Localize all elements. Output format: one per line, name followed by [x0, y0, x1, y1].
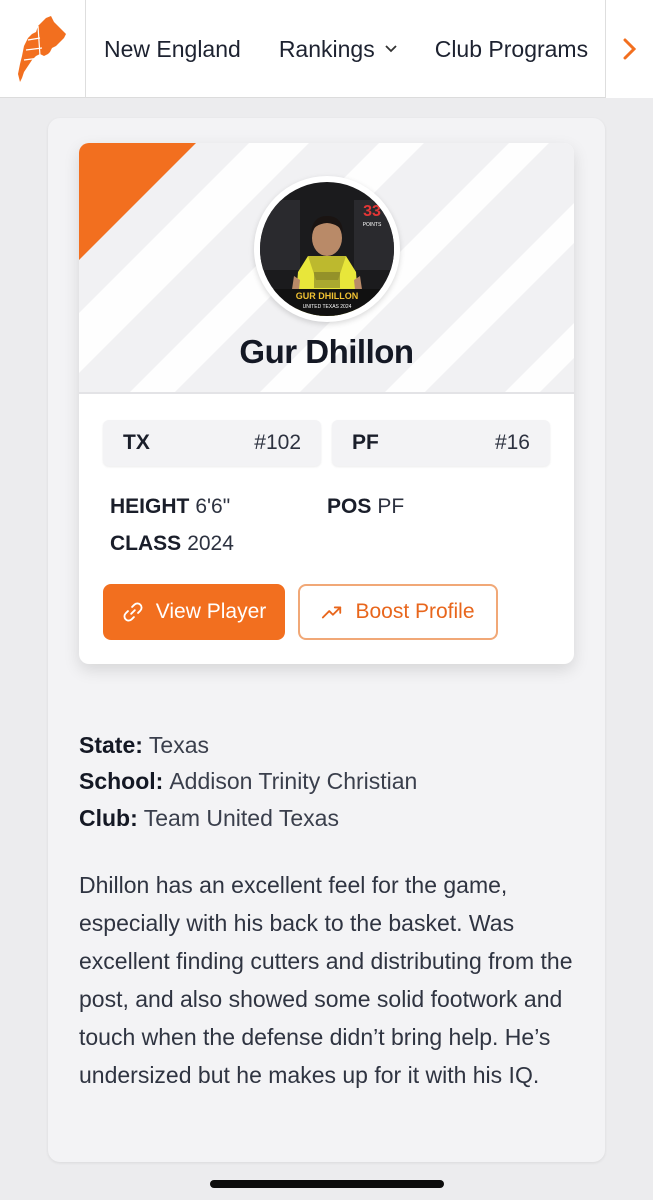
chevron-down-icon — [385, 45, 397, 53]
nav-links: New England Rankings Club Programs — [86, 0, 606, 98]
nav-link-rankings-label: Rankings — [278, 35, 375, 62]
boost-profile-button[interactable]: Boost Profile — [298, 584, 498, 640]
club-detail-label: Club: — [79, 805, 138, 831]
school-detail: School: Addison Trinity Christian — [79, 768, 417, 795]
position-rank-badge: PF #16 — [332, 420, 550, 466]
state-detail-value: Texas — [148, 732, 209, 758]
avatar-ring: 33 POINTS GUR DHILLON UNITED TEXAS 2024 — [254, 176, 400, 322]
link-icon — [123, 602, 143, 622]
svg-text:33: 33 — [363, 203, 381, 220]
state-rank-badge: TX #102 — [103, 420, 321, 466]
nav-link-club-programs[interactable]: Club Programs — [435, 36, 588, 63]
top-nav: New England Rankings Club Programs — [0, 0, 653, 98]
position-label: POS — [327, 495, 372, 518]
boost-profile-label: Boost Profile — [355, 600, 475, 623]
school-detail-label: School: — [79, 768, 164, 794]
state-rank-value: #102 — [254, 431, 301, 454]
new-england-logo[interactable] — [0, 0, 86, 98]
nav-scroll-right-button[interactable] — [605, 0, 653, 98]
position-rank-label: PF — [352, 431, 379, 454]
class-label: CLASS — [110, 532, 182, 555]
view-player-button[interactable]: View Player — [103, 584, 285, 640]
photo-caption: GUR DHILLON — [296, 291, 359, 301]
new-england-map-icon — [17, 15, 66, 82]
svg-text:POINTS: POINTS — [363, 222, 382, 228]
state-detail: State: Texas — [79, 732, 209, 759]
player-avatar[interactable]: 33 POINTS GUR DHILLON UNITED TEXAS 2024 — [254, 176, 400, 322]
nav-link-rankings[interactable]: Rankings — [279, 36, 397, 63]
class-stat: CLASS 2024 — [110, 532, 234, 556]
player-card: 33 POINTS GUR DHILLON UNITED TEXAS 2024 … — [79, 143, 574, 664]
scouting-description: Dhillon has an excellent feel for the ga… — [79, 872, 573, 1088]
height-label: HEIGHT — [110, 495, 190, 518]
photo-subcaption: UNITED TEXAS 2024 — [303, 304, 352, 310]
view-player-label: View Player — [155, 600, 267, 623]
club-detail-value: Team United Texas — [143, 805, 339, 831]
state-detail-label: State: — [79, 732, 143, 758]
position-stat: POS PF — [327, 495, 404, 519]
position-rank-value: #16 — [494, 431, 530, 454]
chevron-right-icon — [623, 38, 636, 60]
state-rank-label: TX — [123, 431, 150, 454]
position-value: PF — [377, 495, 405, 518]
class-value: 2024 — [187, 532, 234, 555]
nav-link-new-england[interactable]: New England — [104, 36, 241, 63]
home-indicator[interactable] — [210, 1180, 444, 1188]
height-value: 6'6" — [195, 495, 231, 518]
trending-up-icon — [322, 606, 342, 619]
player-card-header: 33 POINTS GUR DHILLON UNITED TEXAS 2024 … — [79, 143, 574, 394]
club-detail: Club: Team United Texas — [79, 805, 339, 832]
school-detail-value: Addison Trinity Christian — [169, 768, 418, 794]
height-stat: HEIGHT 6'6" — [110, 495, 230, 519]
player-name: Gur Dhillon — [239, 333, 414, 370]
